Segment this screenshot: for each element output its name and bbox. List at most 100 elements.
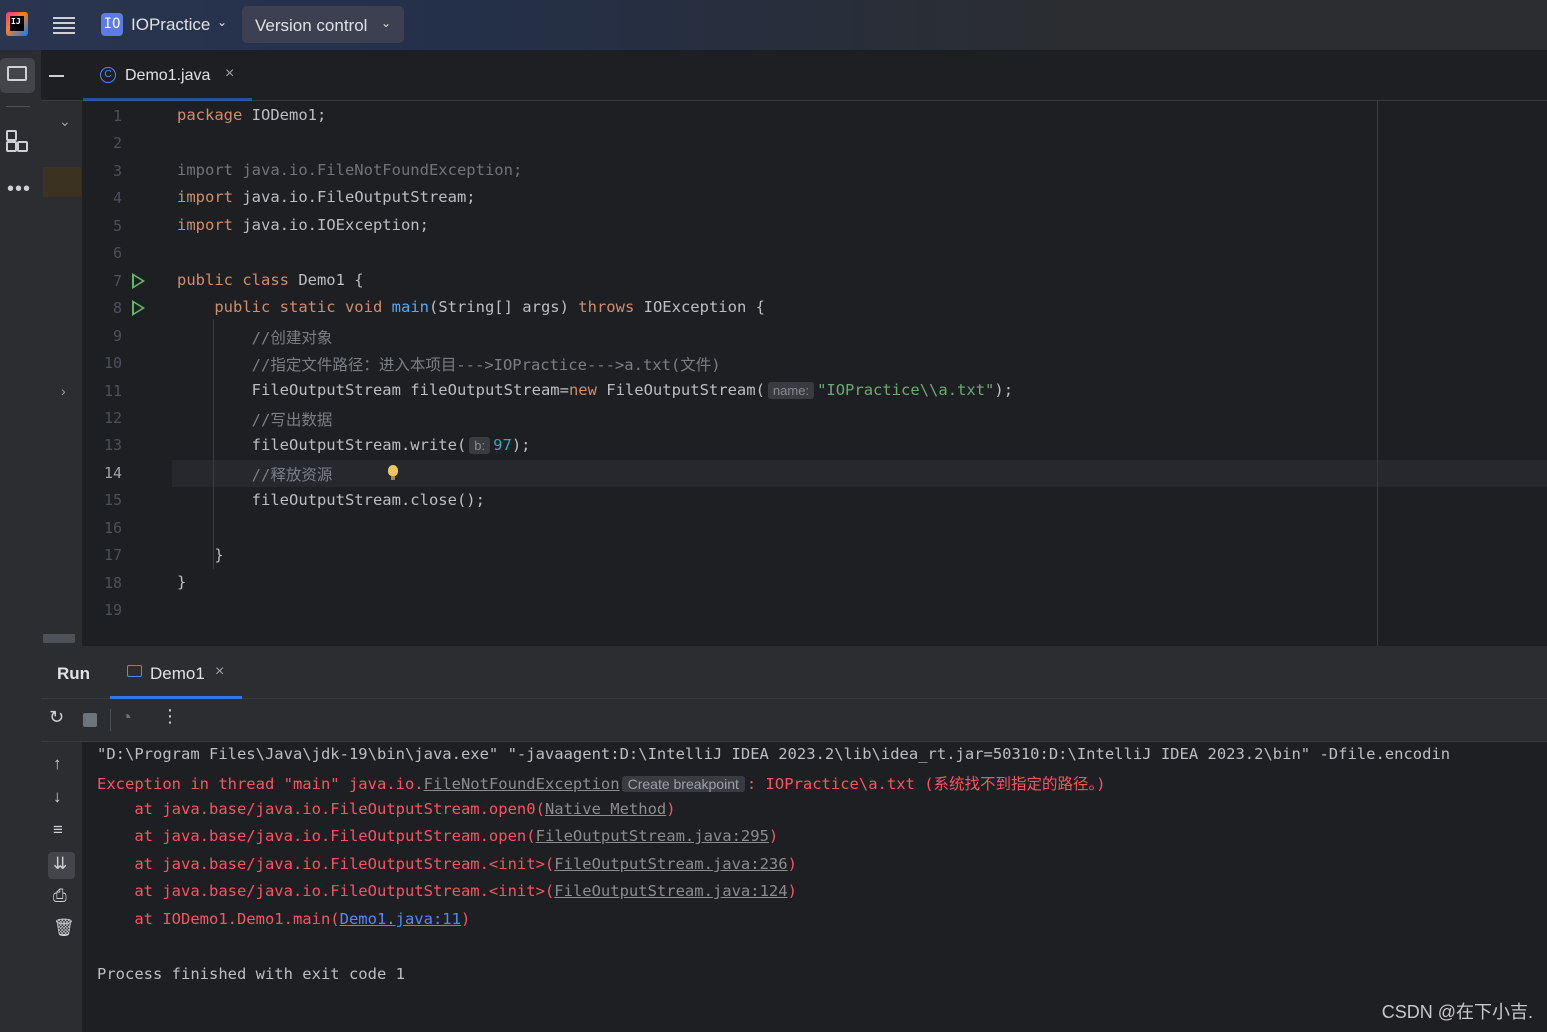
more-options-icon[interactable]: ⋮ (161, 706, 179, 727)
line-number[interactable]: 19 (82, 601, 122, 619)
line-number[interactable]: 5 (82, 217, 122, 235)
version-control-label: Version control (255, 16, 368, 35)
line-number[interactable]: 1 (82, 107, 122, 125)
line-number[interactable]: 10 (82, 354, 122, 372)
project-side-panel: ⌄ › (41, 101, 82, 646)
run-header: Run Demo1 × (41, 646, 1547, 699)
chevron-right-icon[interactable]: › (61, 383, 66, 399)
console-icon (127, 665, 142, 677)
editor-tab-bar: C Demo1.java × (41, 50, 1547, 101)
line-number[interactable]: 4 (82, 189, 122, 207)
version-control-button[interactable]: Version control ⌄ (242, 6, 404, 43)
stack-link[interactable]: FileOutputStream.java:124 (554, 882, 787, 900)
line-number[interactable]: 6 (82, 244, 122, 262)
divider (110, 709, 111, 731)
code-line-12: //写出数据 (251, 411, 333, 429)
parameter-hint: name: (767, 382, 815, 399)
close-icon[interactable]: × (225, 65, 234, 83)
line-number[interactable]: 2 (82, 134, 122, 152)
scroll-to-end-icon: ⇊ (53, 854, 68, 873)
line-number[interactable]: 8 (82, 299, 122, 317)
source-link[interactable]: Demo1.java:11 (340, 910, 461, 928)
close-icon[interactable]: × (215, 663, 224, 681)
run-tool-window: Run Demo1 × ↻ ◔ ⋮ ↑ ↓ ≡ ⇊ ⎙ 🗑 "D:\Progra… (41, 646, 1547, 1032)
stack-trace-line: at java.base/java.io.FileOutputStream.<i… (97, 855, 797, 873)
class-icon: C (100, 67, 116, 83)
console-exception-line: Exception in thread "main" java.io.FileN… (97, 775, 1106, 793)
run-gutter-icon[interactable] (132, 272, 145, 289)
code-line-11: FileOutputStream fileOutputStream=new Fi… (251, 381, 1014, 399)
line-number[interactable]: 16 (82, 519, 122, 537)
tab-demo1-java[interactable]: C Demo1.java × (83, 50, 252, 101)
chevron-down-icon: ⌄ (381, 16, 392, 30)
project-selector[interactable]: IOPractice (131, 15, 210, 35)
console-exit-line: Process finished with exit code 1 (97, 965, 405, 983)
divider (6, 106, 30, 107)
current-line-highlight (172, 460, 1547, 487)
arrow-up-icon[interactable]: ↑ (53, 754, 62, 774)
code-line-10: //指定文件路径：进入本项目--->IOPractice--->a.txt(文件… (251, 356, 721, 374)
code-line-4: import java.io.FileOutputStream; (177, 188, 476, 206)
line-number[interactable]: 9 (82, 327, 122, 345)
horizontal-scrollbar[interactable] (43, 634, 75, 643)
minimize-icon[interactable] (49, 75, 64, 77)
line-number[interactable]: 14 (82, 464, 122, 482)
left-tool-strip: ••• (0, 50, 42, 1032)
line-number[interactable]: 18 (82, 574, 122, 592)
code-line-1: package IODemo1; (177, 106, 327, 124)
run-tab-demo1[interactable]: Demo1 × (110, 646, 242, 699)
title-bar: IJ IO IOPractice ⌄ Version control ⌄ (0, 0, 1547, 50)
run-toolbar: ↻ ◔ ⋮ (41, 699, 1547, 742)
parameter-hint: b: (469, 437, 491, 454)
tab-label: Demo1.java (125, 67, 211, 84)
code-line-3: import java.io.FileNotFoundException; (177, 161, 523, 179)
main-menu-icon[interactable] (53, 14, 75, 34)
line-number[interactable]: 3 (82, 162, 122, 180)
print-icon[interactable]: ⎙ (53, 886, 67, 906)
stack-trace-line: at java.base/java.io.FileOutputStream.op… (97, 800, 676, 818)
run-tab-label: Demo1 (150, 664, 205, 683)
project-tool-button[interactable] (0, 58, 35, 93)
arrow-down-icon[interactable]: ↓ (53, 787, 62, 807)
code-line-5: import java.io.IOException; (177, 216, 429, 234)
project-badge[interactable]: IO (101, 13, 123, 36)
code-line-18: } (177, 573, 187, 591)
line-number[interactable]: 7 (82, 272, 122, 290)
line-number[interactable]: 15 (82, 491, 122, 509)
create-breakpoint-button[interactable]: Create breakpoint (621, 776, 745, 792)
line-number[interactable]: 12 (82, 409, 122, 427)
code-line-15: fileOutputStream.close(); (251, 491, 485, 509)
code-line-14: //释放资源 (251, 466, 333, 484)
folder-icon (7, 66, 27, 81)
intellij-logo-icon[interactable]: IJ (6, 12, 28, 36)
chevron-down-icon[interactable]: ⌄ (59, 113, 71, 130)
console-side-toolbar: ↑ ↓ ≡ ⇊ ⎙ 🗑 (41, 742, 82, 1032)
line-number-gutter[interactable]: 1 2 3 4 5 6 7 8 9 10 11 12 13 14 15 16 17 18 19 (82, 101, 172, 646)
lightbulb-icon[interactable] (388, 465, 398, 480)
code-line-9: //创建对象 (251, 329, 333, 347)
stop-icon[interactable] (83, 713, 97, 727)
soft-wrap-icon[interactable]: ≡ (53, 820, 63, 840)
line-number[interactable]: 17 (82, 546, 122, 564)
more-tools-icon[interactable]: ••• (7, 178, 31, 201)
console-output[interactable]: "D:\Program Files\Java\jdk-19\bin\java.e… (97, 742, 1547, 1032)
code-line-7: public class Demo1 { (177, 271, 364, 289)
console-command-line: "D:\Program Files\Java\jdk-19\bin\java.e… (97, 745, 1451, 763)
run-gutter-icon[interactable] (132, 300, 145, 317)
stack-link[interactable]: FileOutputStream.java:236 (554, 855, 787, 873)
chevron-down-icon[interactable]: ⌄ (217, 15, 227, 29)
code-line-8: public static void main(String[] args) t… (214, 298, 765, 316)
code-editor[interactable]: ⌄ › 1 2 3 4 5 6 7 8 9 10 11 12 13 14 15 16 17 18 19 packag… (41, 101, 1547, 646)
stack-link[interactable]: Native Method (545, 800, 666, 818)
stack-link[interactable]: FileOutputStream.java:295 (536, 827, 769, 845)
rerun-icon[interactable]: ↻ (49, 707, 64, 728)
code-line-13: fileOutputStream.write(b: 97); (251, 436, 531, 454)
line-number[interactable]: 13 (82, 436, 122, 454)
exception-link[interactable]: FileNotFoundException (424, 775, 620, 793)
watermark: CSDN @在下小吉. (1381, 1002, 1533, 1022)
line-number[interactable]: 11 (82, 382, 122, 400)
profiler-icon[interactable]: ◔ (121, 707, 132, 728)
trash-icon[interactable]: 🗑 (53, 918, 75, 938)
run-title: Run (57, 664, 91, 683)
structure-icon[interactable] (6, 130, 28, 152)
